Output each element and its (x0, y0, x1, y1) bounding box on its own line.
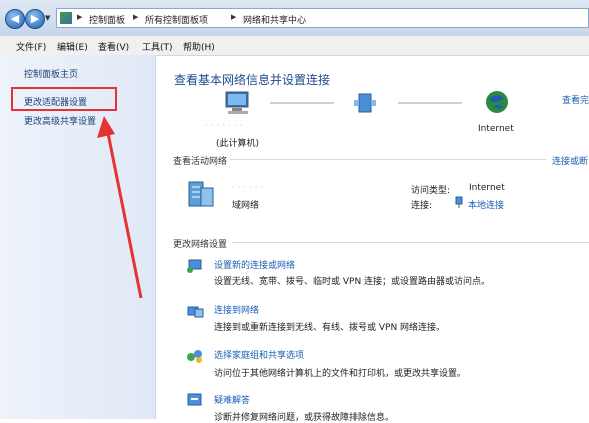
connect-disconnect-link[interactable]: 连接或断 (552, 154, 588, 167)
new-connection-icon (187, 259, 202, 273)
task-title-connect-network[interactable]: 连接到网络 (214, 303, 259, 316)
history-dropdown-icon[interactable]: ▼ (45, 14, 50, 22)
address-bar-area: ◀ ▶ ▼ ▶ 控制面板 ▶ 所有控制面板项 ▶ 网络和共享中心 (0, 0, 589, 37)
access-type-label: 访问类型: (411, 186, 451, 196)
forward-button[interactable]: ▶ (25, 9, 45, 29)
breadcrumb-item[interactable]: 网络和共享中心 (243, 13, 306, 26)
local-connection-link[interactable]: 本地连接 (468, 198, 504, 211)
internet-label: Internet (478, 124, 514, 134)
control-panel-icon (60, 12, 72, 24)
computer-name-blurred: · · · · · · · (205, 121, 243, 131)
task-desc-new-connection: 设置无线、宽带、拨号、临时或 VPN 连接；或设置路由器或访问点。 (214, 277, 491, 287)
task-desc-homegroup: 访问位于其他网络计算机上的文件和打印机，或更改共享设置。 (214, 369, 467, 379)
ethernet-icon (455, 196, 463, 208)
active-networks-label: 查看活动网络 (173, 157, 228, 167)
internet-globe-icon (486, 91, 508, 113)
menu-edit[interactable]: 编辑(E) (57, 40, 88, 53)
computer-icon (225, 91, 249, 114)
sidebar-item-change-advanced-sharing[interactable]: 更改高级共享设置 (24, 114, 96, 127)
chevron-right-icon[interactable]: ▶ (231, 13, 236, 21)
connections-label: 连接: (411, 201, 433, 211)
divider (230, 159, 546, 160)
connect-network-icon (187, 306, 204, 318)
page-title: 查看基本网络信息并设置连接 (174, 73, 331, 87)
network-type: 域网络 (232, 201, 260, 211)
menu-help[interactable]: 帮助(H) (183, 40, 215, 53)
menu-view[interactable]: 查看(V) (98, 40, 129, 53)
connection-line (270, 102, 334, 106)
chevron-right-icon[interactable]: ▶ (77, 13, 82, 21)
task-desc-connect-network: 连接到或重新连接到无线、有线、拨号或 VPN 网络连接。 (214, 323, 446, 333)
access-type-value: Internet (469, 183, 505, 193)
this-computer-label: (此计算机) (216, 139, 260, 149)
back-button[interactable]: ◀ (5, 9, 25, 29)
domain-network-icon (188, 181, 214, 207)
breadcrumb-item[interactable]: 所有控制面板项 (145, 13, 208, 26)
task-title-troubleshoot[interactable]: 疑难解答 (214, 393, 250, 406)
menu-tools[interactable]: 工具(T) (142, 40, 173, 53)
task-title-new-connection[interactable]: 设置新的连接或网络 (214, 258, 295, 271)
annotation-arrow-icon (97, 116, 143, 299)
task-desc-troubleshoot: 诊断并修复网络问题，或获得故障排除信息。 (214, 413, 395, 423)
network-name-blurred: · · · · · · (232, 183, 264, 193)
change-settings-label: 更改网络设置 (173, 240, 228, 250)
view-full-map-link[interactable]: 查看完 (562, 93, 589, 106)
network-icon (354, 93, 376, 113)
menu-bar: 文件(F) 编辑(E) 查看(V) 工具(T) 帮助(H) (0, 36, 589, 56)
homegroup-icon (187, 350, 202, 363)
sidebar-item-control-panel-home[interactable]: 控制面板主页 (24, 67, 78, 80)
divider (232, 242, 589, 243)
chevron-right-icon[interactable]: ▶ (133, 13, 138, 21)
task-title-homegroup[interactable]: 选择家庭组和共享选项 (214, 348, 304, 361)
connection-line (398, 102, 462, 106)
breadcrumb[interactable]: ▶ 控制面板 ▶ 所有控制面板项 ▶ 网络和共享中心 (56, 8, 589, 28)
troubleshoot-icon (187, 393, 202, 406)
menu-file[interactable]: 文件(F) (16, 40, 46, 53)
breadcrumb-item[interactable]: 控制面板 (89, 13, 125, 26)
